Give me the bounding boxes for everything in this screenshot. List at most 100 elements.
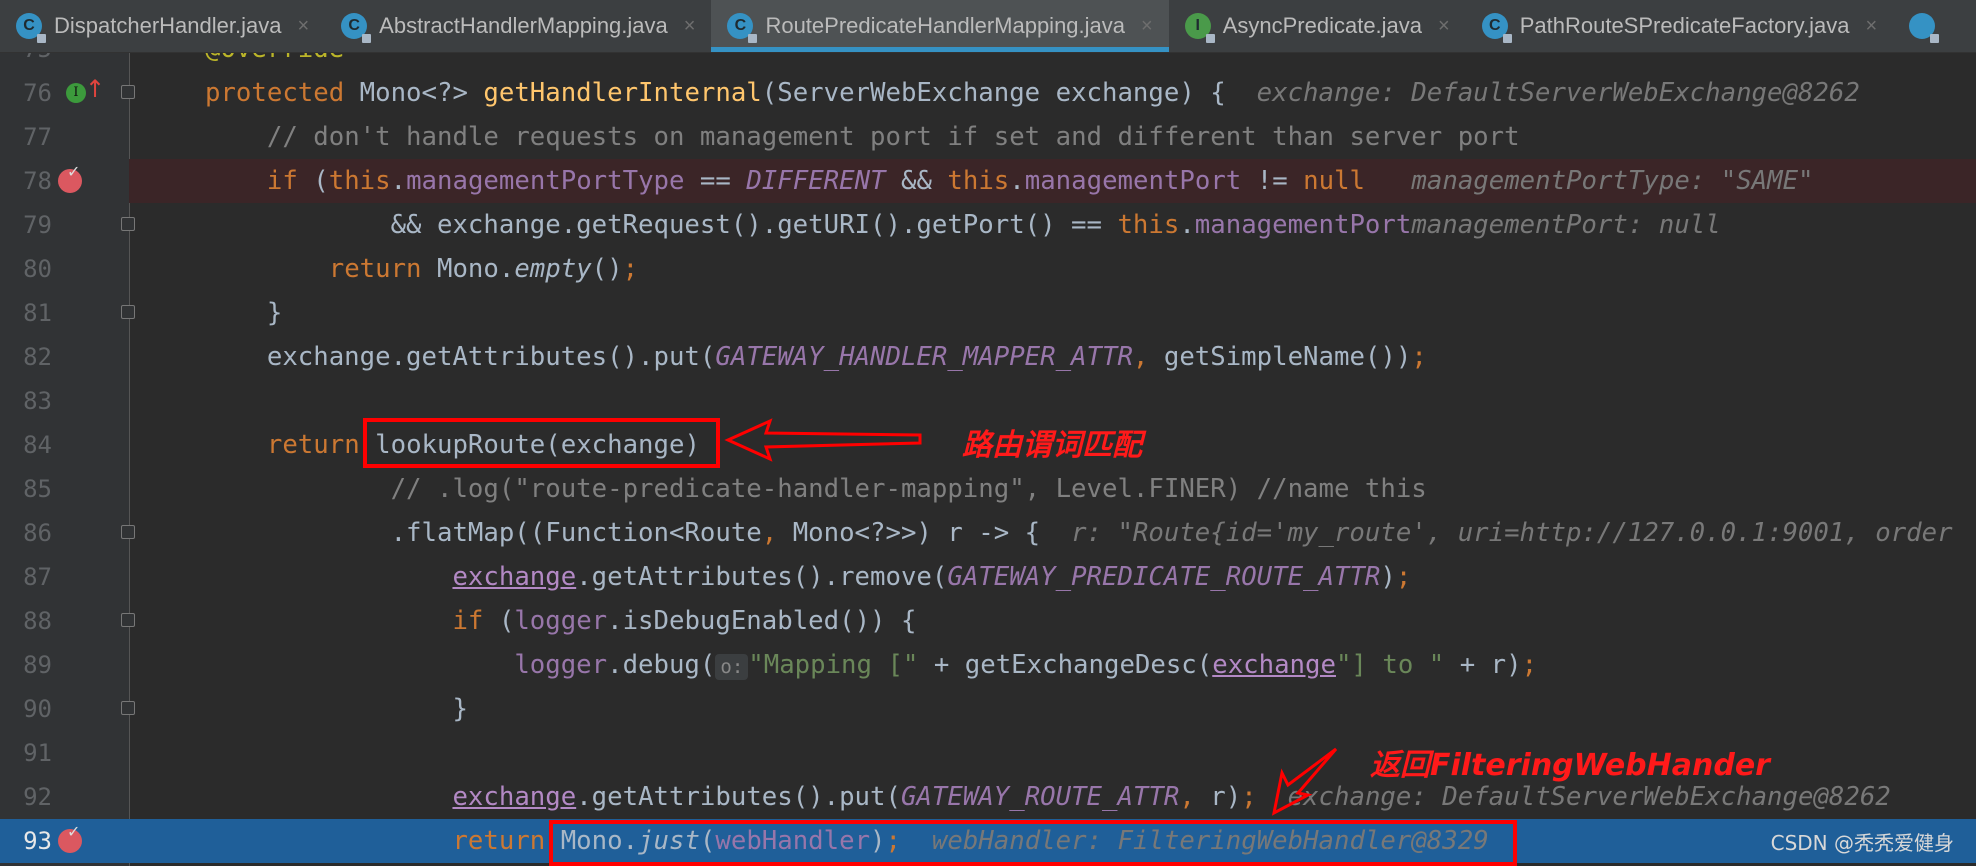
code-line-87[interactable]: 87 exchange.getAttributes().remove(GATEW… [0, 555, 1976, 599]
code-token: return [266, 430, 376, 460]
code-token: if [452, 606, 499, 636]
line-number[interactable]: 80 [0, 247, 52, 291]
code-line-85[interactable]: 85 // .log("route-predicate-handler-mapp… [0, 467, 1976, 511]
code-line-78[interactable]: 78 if (this.managementPortType == DIFFER… [0, 159, 1976, 203]
code-line-86[interactable]: 86 .flatMap((Function<Route, Mono<?>>) r… [0, 511, 1976, 555]
debug-value-hint: exchange: DefaultServerWebExchange@8262 [1287, 782, 1891, 812]
line-number[interactable]: 85 [0, 467, 52, 511]
code-token: + getExchangeDesc( [918, 650, 1213, 680]
breakpoint-icon[interactable] [58, 162, 82, 193]
code-token: // don't handle requests on management p… [266, 122, 1520, 152]
line-number[interactable]: 89 [0, 643, 52, 687]
debug-value-hint: r: "Route{id='my_route', uri=http://127.… [1071, 518, 1953, 548]
code-line-89[interactable]: 89 logger.debug(o: "Mapping [" + getExcha… [0, 643, 1976, 687]
code-token: r) [1210, 782, 1242, 812]
fold-marker-icon[interactable] [121, 701, 135, 715]
tab-abstracthandlermapping[interactable]: C AbstractHandlerMapping.java × [325, 0, 711, 52]
tab-label: AbstractHandlerMapping.java [379, 13, 668, 38]
fold-marker-icon[interactable] [121, 613, 135, 627]
code-token: GATEWAY_ROUTE_ATTR [900, 782, 1180, 812]
code-token: Mono<?> [359, 78, 484, 108]
tab-overflow[interactable] [1893, 0, 1963, 52]
debug-value-hint: managementPort: null [1411, 210, 1721, 240]
code-token: "] to " [1335, 650, 1445, 680]
line-number[interactable]: 86 [0, 511, 52, 555]
code-line-77[interactable]: 77 // don't handle requests on managemen… [0, 115, 1976, 159]
close-tab-icon[interactable]: × [1438, 15, 1450, 38]
code-text: exchange.getAttributes().remove(GATEWAY_… [205, 555, 1411, 599]
code-token: GATEWAY_HANDLER_MAPPER_ATTR [715, 342, 1133, 372]
arrow-annotation-2 [1271, 747, 1338, 816]
close-tab-icon[interactable]: × [1865, 15, 1877, 38]
code-token: managementPort [1024, 166, 1242, 196]
code-line-90[interactable]: 90 } [0, 687, 1976, 731]
close-tab-icon[interactable]: × [684, 15, 696, 38]
code-line-80[interactable]: 80 return Mono.empty(); [0, 247, 1976, 291]
code-text: // .log("route-predicate-handler-mapping… [205, 467, 1427, 511]
code-token: . [390, 166, 407, 196]
code-line-76[interactable]: 76 I ↑ protected Mono<?> getHandlerInternal… [0, 71, 1976, 115]
tab-asyncpredicate[interactable]: I AsyncPredicate.java × [1169, 0, 1466, 52]
code-token: this [328, 166, 391, 196]
code-token: getHandlerInternal [483, 78, 762, 108]
overrides-arrow-icon[interactable]: ↑ [85, 75, 105, 103]
class-icon: C [16, 13, 46, 43]
code-line-81[interactable]: 81 } [0, 291, 1976, 335]
tab-dispatcherhandler[interactable]: C DispatcherHandler.java × [0, 0, 325, 52]
line-number[interactable]: 91 [0, 731, 52, 775]
line-number[interactable]: 87 [0, 555, 52, 599]
code-token: () [591, 254, 623, 284]
code-text: } [205, 291, 282, 335]
code-token: .flatMap((Function<Route [205, 518, 762, 548]
code-token: . [1179, 210, 1195, 240]
code-token: getSimpleName()) [1163, 342, 1412, 372]
breakpoint-icon[interactable] [58, 822, 82, 853]
close-tab-icon[interactable]: × [297, 15, 309, 38]
annotation-route-predicate-match: 路由谓词匹配 [962, 428, 1142, 463]
code-token: . [1009, 166, 1025, 196]
abstract-class-icon: C [341, 13, 372, 43]
line-number[interactable]: 90 [0, 687, 52, 731]
tab-label: DispatcherHandler.java [54, 13, 282, 38]
implements-icon[interactable]: I [66, 83, 86, 103]
line-number[interactable]: 93 [0, 819, 52, 863]
line-number[interactable]: 84 [0, 423, 52, 467]
code-token: this [1117, 210, 1180, 240]
fold-marker-icon[interactable] [121, 305, 135, 319]
tab-pathroutespredicatefactory[interactable]: C PathRouteSPredicateFactory.java × [1466, 0, 1893, 52]
line-number[interactable]: 76 [0, 71, 52, 115]
close-tab-icon[interactable]: × [1141, 15, 1153, 38]
line-number[interactable]: 88 [0, 599, 52, 643]
code-token: && [885, 166, 948, 196]
tab-label: AsyncPredicate.java [1222, 13, 1423, 38]
line-number[interactable]: 77 [0, 115, 52, 159]
code-line-83[interactable]: 83 [0, 379, 1976, 423]
code-token: Mono<?>>) r -> { [792, 518, 1072, 548]
fold-marker-icon[interactable] [121, 217, 135, 231]
code-line-79[interactable]: 79 && exchange.getRequest().getURI().get… [0, 203, 1976, 247]
tab-routepredicatehandlermapping[interactable]: C RoutePredicateHandlerMapping.java × [711, 0, 1169, 52]
line-number[interactable]: 79 [0, 203, 52, 247]
line-number[interactable]: 81 [0, 291, 52, 335]
code-token: return [328, 254, 437, 284]
code-token: != [1241, 166, 1304, 196]
code-token: , [1179, 782, 1211, 812]
fold-marker-icon[interactable] [121, 525, 135, 539]
class-icon: C [727, 13, 758, 43]
line-number[interactable]: 92 [0, 775, 52, 819]
code-line-88[interactable]: 88 if (logger.isDebugEnabled()) { [0, 599, 1976, 643]
code-token: ; [1521, 650, 1538, 680]
line-number[interactable]: 83 [0, 379, 52, 423]
line-number[interactable]: 78 [0, 159, 52, 203]
line-number[interactable]: 82 [0, 335, 52, 379]
code-text: exchange.getAttributes().put(GATEWAY_HAN… [205, 335, 1427, 379]
annotation-return-filtering-webhandler: 返回FilteringWebHander [1370, 748, 1770, 783]
code-token: ) [1380, 562, 1396, 592]
code-line-82[interactable]: 82 exchange.getAttributes().put(GATEWAY_… [0, 335, 1976, 379]
fold-marker-icon[interactable] [121, 85, 135, 99]
